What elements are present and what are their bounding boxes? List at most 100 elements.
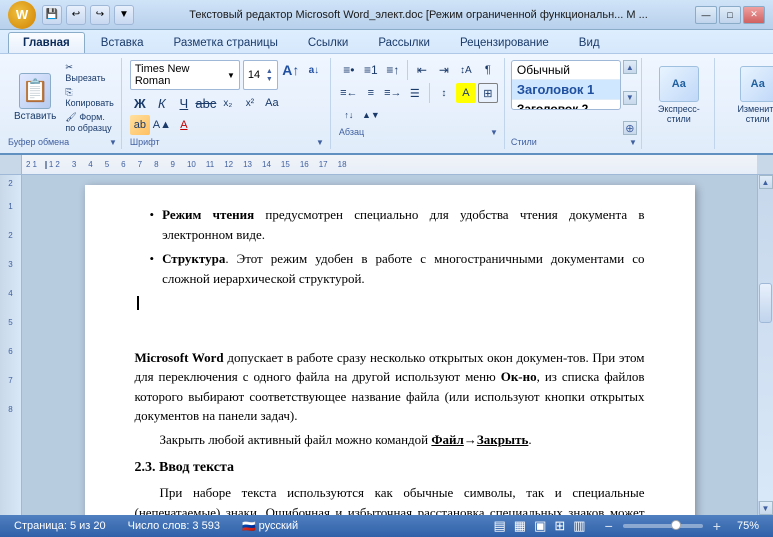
zoom-out-button[interactable]: − — [599, 517, 619, 535]
ruler-mark: 1 — [32, 160, 36, 169]
clear-format-button[interactable]: Aa — [262, 93, 282, 113]
numbering-button[interactable]: ≡1 — [361, 60, 381, 80]
font-size-selector[interactable]: 14 ▲ ▼ — [243, 60, 278, 90]
redo-button[interactable]: ↪ — [90, 5, 110, 25]
window-controls: — □ ✕ — [695, 6, 765, 24]
ruler-mark: 15 — [281, 160, 290, 169]
office-icon: W — [16, 7, 28, 22]
close-button[interactable]: ✕ — [743, 6, 765, 24]
style-normal[interactable]: Обычный — [512, 61, 620, 80]
view-read-button[interactable]: ▣ — [531, 517, 549, 535]
page-info[interactable]: Страница: 5 из 20 — [8, 519, 112, 533]
change-styles-button[interactable]: Аа Изменить стили — [723, 62, 773, 128]
maximize-button[interactable]: □ — [719, 6, 741, 24]
font-group: Times New Roman ▼ 14 ▲ ▼ A↑ a↓ Ж К Ч abc — [124, 58, 331, 149]
ribbon-content: 📋 Вставить ✂ Вырезать ⎘ Копировать 🖌 Фор… — [0, 53, 773, 153]
vertical-ruler: 2 1 2 3 4 5 6 7 8 — [0, 175, 22, 515]
view-layout-button[interactable]: ▦ — [511, 517, 529, 535]
fill-color-button[interactable]: A — [456, 83, 476, 103]
increase-indent-button[interactable]: ⇥ — [434, 60, 454, 80]
change-styles-group: Аа Изменить стили — [717, 58, 773, 149]
ruler-mark: 18 — [338, 160, 347, 169]
decrease-indent-button[interactable]: ⇤ — [412, 60, 432, 80]
grow-font-button[interactable]: A↑ — [281, 60, 301, 80]
spacing-btn1[interactable]: ↑↓ — [339, 105, 359, 125]
style-expand[interactable]: ⊕ — [623, 121, 637, 135]
scroll-thumb[interactable] — [759, 283, 772, 323]
scroll-down-button[interactable]: ▼ — [759, 501, 773, 515]
express-styles-button[interactable]: Аа Экспресс-стили — [650, 62, 708, 128]
line-spacing-button[interactable]: ↕ — [434, 83, 454, 103]
sort-button[interactable]: ↕A — [456, 60, 476, 80]
tab-view[interactable]: Вид — [565, 33, 614, 53]
strikethrough-button[interactable]: abc — [196, 93, 216, 113]
superscript-button[interactable]: x² — [240, 93, 260, 113]
bullet-text: Режим чтения предусмотрен специально для… — [162, 205, 644, 244]
ruler-mark: 17 — [319, 160, 328, 169]
text-effects-button[interactable]: ab — [130, 115, 150, 135]
cut-button[interactable]: ✂ Вырезать — [62, 61, 116, 84]
zoom-in-button[interactable]: + — [707, 517, 727, 535]
style-scroll-down[interactable]: ▼ — [623, 91, 637, 105]
highlight-button[interactable]: A▲ — [152, 115, 172, 135]
view-normal-button[interactable]: ▤ — [491, 517, 509, 535]
style-heading2[interactable]: Заголовок 2 — [512, 100, 620, 110]
language-selector[interactable]: 🇷🇺 русский — [236, 519, 304, 534]
align-right-button[interactable]: ≡→ — [383, 83, 403, 103]
tab-page-layout[interactable]: Разметка страницы — [160, 33, 292, 53]
spacing-row: ↑↓ ▲▼ — [339, 105, 498, 125]
clipboard-label-row: Буфер обмена ▼ — [8, 137, 117, 147]
scroll-up-button[interactable]: ▲ — [759, 175, 773, 189]
word-count[interactable]: Число слов: 3 593 — [122, 519, 226, 533]
view-outline-button[interactable]: ▥ — [570, 517, 588, 535]
minimize-button[interactable]: — — [695, 6, 717, 24]
tab-home[interactable]: Главная — [8, 32, 85, 53]
office-button[interactable]: W — [8, 1, 36, 29]
style-heading1[interactable]: Заголовок 1 — [512, 80, 620, 100]
quick-access-dropdown[interactable]: ▼ — [114, 5, 134, 25]
paragraph: Закрыть любой активный файл можно команд… — [135, 430, 645, 450]
font-size-increase[interactable]: ▲ — [266, 68, 273, 75]
tab-review[interactable]: Рецензирование — [446, 33, 563, 53]
view-web-button[interactable]: ⊞ — [551, 517, 568, 535]
tab-references[interactable]: Ссылки — [294, 33, 363, 53]
format-painter-button[interactable]: 🖌 Форм. по образцу — [62, 111, 116, 134]
align-left-button[interactable]: ≡← — [339, 83, 359, 103]
paste-button[interactable]: 📋 Вставить — [8, 70, 62, 125]
align-center-button[interactable]: ≡ — [361, 83, 381, 103]
paragraph-expand-icon[interactable]: ▼ — [490, 128, 498, 137]
scroll-track[interactable] — [758, 189, 773, 501]
tab-insert[interactable]: Вставка — [87, 33, 158, 53]
subscript-button[interactable]: x₂ — [218, 93, 238, 113]
font-expand-icon[interactable]: ▼ — [316, 138, 324, 147]
status-right: ▤ ▦ ▣ ⊞ ▥ − + 75% — [491, 517, 766, 535]
heading-2-3: 2.3. Ввод текста — [135, 457, 645, 478]
save-button[interactable]: 💾 — [42, 5, 62, 25]
copy-button[interactable]: ⎘ Копировать — [62, 86, 116, 109]
font-size-decrease[interactable]: ▼ — [266, 76, 273, 83]
ruler-mark: 4 — [88, 160, 92, 169]
zoom-level[interactable]: 75% — [731, 519, 765, 533]
ruler-mark: 2 — [26, 160, 30, 169]
show-marks-button[interactable]: ¶ — [478, 60, 498, 80]
underline-button[interactable]: Ч — [174, 93, 194, 113]
spacing-btn2[interactable]: ▲▼ — [361, 105, 381, 125]
styles-expand-icon[interactable]: ▼ — [629, 138, 637, 147]
multilevel-list-button[interactable]: ≡↑ — [383, 60, 403, 80]
bold-button[interactable]: Ж — [130, 93, 150, 113]
font-color-row: ab A▲ A — [130, 115, 324, 135]
document-area[interactable]: • Режим чтения предусмотрен специально д… — [22, 175, 757, 515]
style-scroll-up[interactable]: ▲ — [623, 60, 637, 74]
border-button[interactable]: ⊞ — [478, 83, 498, 103]
zoom-thumb[interactable] — [671, 520, 681, 530]
undo-button[interactable]: ↩ — [66, 5, 86, 25]
font-name-selector[interactable]: Times New Roman ▼ — [130, 60, 240, 90]
zoom-slider[interactable] — [623, 524, 703, 528]
font-color-button[interactable]: A — [174, 115, 194, 135]
tab-mailings[interactable]: Рассылки — [364, 33, 444, 53]
bullets-button[interactable]: ≡• — [339, 60, 359, 80]
justify-button[interactable]: ☰ — [405, 83, 425, 103]
clipboard-expand-icon[interactable]: ▼ — [109, 138, 117, 147]
italic-button[interactable]: К — [152, 93, 172, 113]
shrink-font-button[interactable]: a↓ — [304, 60, 324, 80]
